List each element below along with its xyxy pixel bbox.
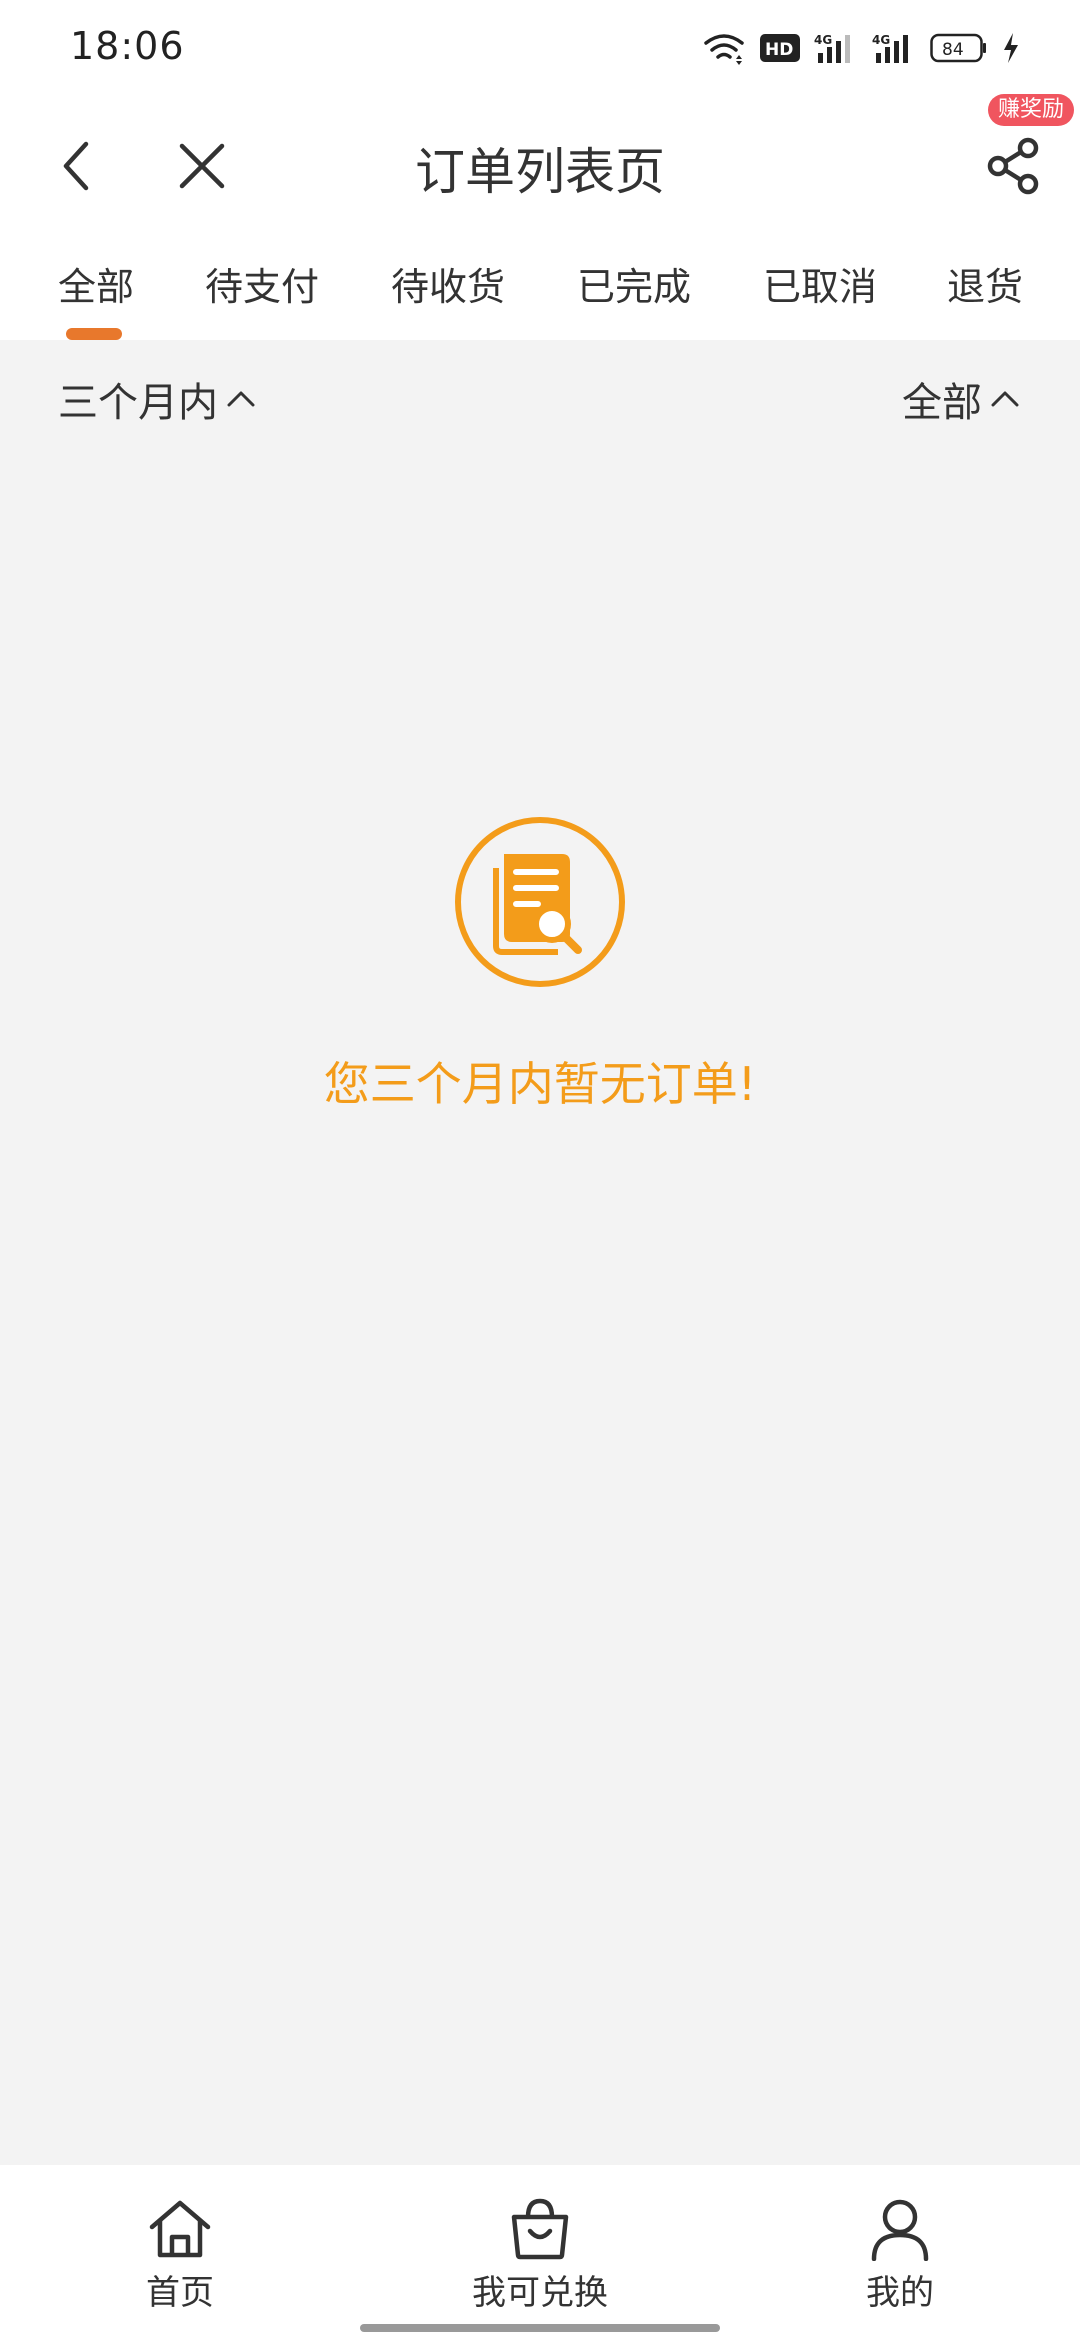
order-search-icon: [455, 817, 625, 987]
shopping-bag-icon: [511, 2198, 569, 2260]
reward-badge[interactable]: 赚奖励: [987, 94, 1074, 126]
home-icon: [149, 2200, 211, 2258]
svg-text:4G: 4G: [814, 33, 832, 47]
share-button[interactable]: [978, 130, 1050, 202]
status-icons: HD 4G 4G 84: [702, 28, 1020, 68]
tab-completed[interactable]: 已完成: [577, 256, 691, 311]
charging-icon: [1004, 33, 1018, 63]
svg-text:HD: HD: [765, 40, 793, 60]
tab-cancelled[interactable]: 已取消: [763, 256, 877, 311]
bottom-nav-home-label: 首页: [146, 2273, 214, 2313]
bottom-nav-home[interactable]: 首页: [80, 2197, 280, 2314]
bottom-nav-profile-label: 我的: [866, 2273, 934, 2313]
time-range-filter[interactable]: 三个月内: [58, 370, 256, 428]
bottom-nav-profile[interactable]: 我的: [800, 2197, 1000, 2314]
page-title: 订单列表页: [415, 143, 665, 201]
wifi-icon: [704, 34, 744, 65]
status-filter[interactable]: 全部: [902, 370, 1020, 428]
active-tab-indicator: [66, 328, 122, 340]
tab-pending-delivery[interactable]: 待收货: [391, 256, 505, 311]
chevron-up-icon: [226, 389, 256, 409]
user-icon: [871, 2199, 929, 2261]
status-bar: 18:06 HD 4G 4G 84: [0, 0, 1080, 96]
signal-icon-2: 4G: [872, 33, 908, 63]
empty-state-message: 您三个月内暂无订单!: [323, 1057, 757, 1111]
svg-text:84: 84: [942, 40, 964, 60]
tab-pending-payment[interactable]: 待支付: [205, 256, 319, 311]
order-status-tabs: 全部 待支付 待收货 已完成 已取消 退货: [0, 236, 1080, 340]
nav-bar: 订单列表页 赚奖励: [0, 94, 1080, 236]
tab-all[interactable]: 全部: [58, 256, 134, 311]
battery-icon: 84: [930, 33, 986, 63]
bottom-nav-redeem[interactable]: 我可兑换: [440, 2197, 640, 2314]
status-time: 18:06: [70, 24, 185, 68]
status-filter-label: 全部: [902, 380, 982, 426]
signal-icon-1: 4G: [814, 33, 850, 63]
svg-text:4G: 4G: [872, 33, 890, 47]
hd-icon: HD: [760, 34, 800, 62]
chevron-up-icon: [990, 389, 1020, 409]
order-list-page: 18:06 HD 4G 4G 84 订单列表页 赚奖励 全部 待支付 待收货 已…: [0, 0, 1080, 2340]
tab-returns[interactable]: 退货: [947, 256, 1023, 311]
time-range-label: 三个月内: [58, 380, 218, 426]
bottom-nav: 首页 我可兑换 我的: [0, 2165, 1080, 2340]
share-icon: [987, 137, 1039, 195]
home-indicator-bar[interactable]: [360, 2324, 720, 2332]
bottom-nav-redeem-label: 我可兑换: [472, 2273, 608, 2313]
